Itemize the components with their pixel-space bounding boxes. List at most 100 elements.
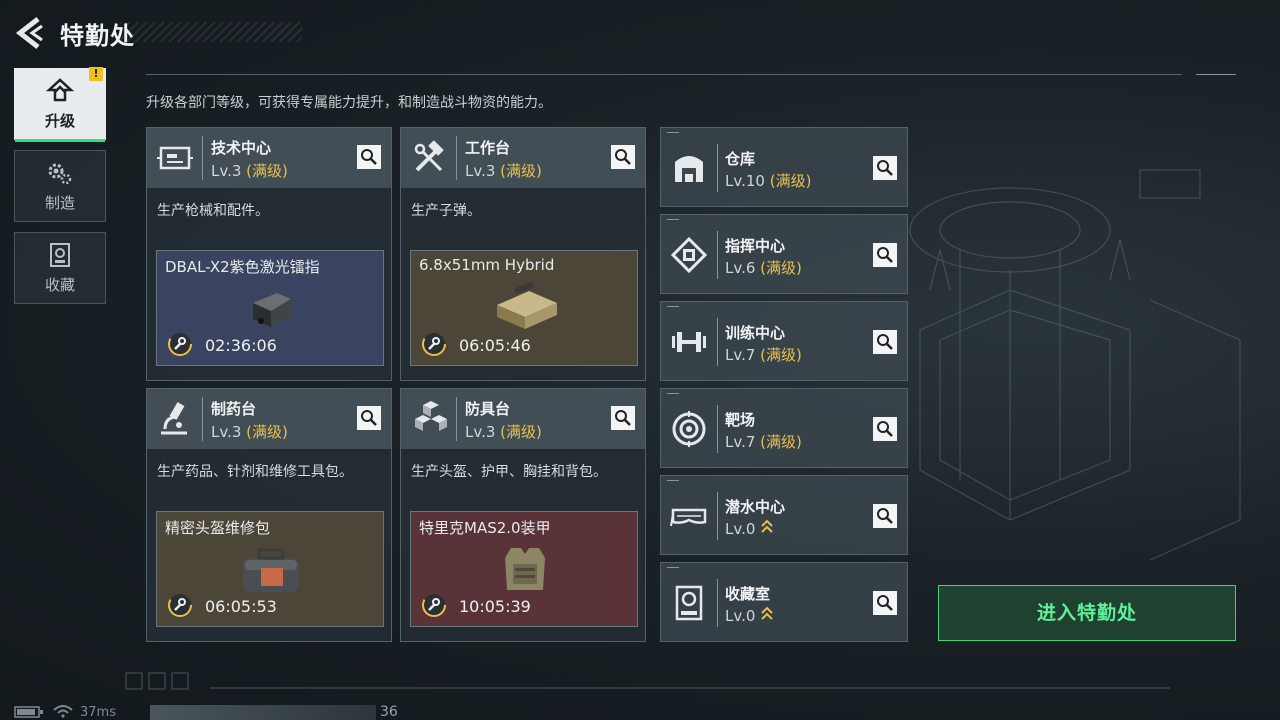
workshop-card-pharmacy[interactable]: 制药台 Lv.3 (满级) 生产药品、针剂和维修工具包。 精密头盔维修包 06:… (146, 388, 392, 642)
facility-level: Lv.7 (满级) (725, 344, 802, 365)
top-divider-end (1196, 74, 1236, 75)
microscope-icon (161, 402, 187, 435)
level-value: Lv.3 (211, 423, 242, 441)
max-level-tag: (满级) (246, 423, 288, 441)
nav-label-craft: 制造 (44, 193, 75, 212)
repair-kit-image (243, 548, 299, 592)
card-divider (717, 492, 718, 540)
status-number: 36 (380, 704, 398, 720)
upgrade-chevrons-icon (761, 519, 773, 533)
max-level-tag: (满级) (760, 259, 802, 277)
level-value: Lv.7 (725, 346, 756, 364)
facility-name: 训练中心 (725, 324, 786, 342)
level-value: Lv.10 (725, 172, 765, 190)
nav-label-upgrade: 升级 (44, 111, 75, 130)
corner-tick (667, 480, 679, 481)
facility-level: Lv.0 (725, 605, 774, 625)
status-bar (150, 705, 376, 720)
collection-room-icon (675, 585, 703, 621)
card-divider (456, 397, 457, 441)
title-hatch-decoration (120, 22, 302, 42)
level-value: Lv.3 (465, 162, 496, 180)
production-slot[interactable]: 特里克MAS2.0装甲 10:05:39 (410, 511, 638, 627)
production-slot[interactable]: 精密头盔维修包 06:05:53 (156, 511, 384, 627)
product-name: DBAL-X2紫色激光镭指 (165, 258, 320, 276)
gears-icon (48, 163, 72, 184)
search-icon[interactable] (873, 591, 897, 615)
wrench-timer-icon (168, 593, 192, 617)
left-nav: ! 升级 制造 收藏 (14, 67, 106, 314)
search-icon[interactable] (873, 156, 897, 180)
target-icon (672, 411, 706, 447)
facility-name: 靶场 (725, 411, 756, 429)
wrench-timer-icon (422, 593, 446, 617)
nav-item-craft[interactable]: 制造 (14, 150, 106, 222)
corner-tick (667, 306, 679, 307)
workshop-name: 制药台 (211, 400, 257, 418)
search-icon[interactable] (611, 406, 635, 430)
dive-mask-icon (670, 508, 707, 527)
workshop-level: Lv.3 (满级) (211, 160, 288, 181)
workshop-description: 生产头盔、护甲、胸挂和背包。 (411, 464, 607, 480)
corner-tick (667, 567, 679, 568)
production-slot[interactable]: 6.8x51mm Hybrid 06:05:46 (410, 250, 638, 366)
card-header: 技术中心 Lv.3 (满级) (147, 128, 391, 188)
workshop-card-tech-center[interactable]: 技术中心 Lv.3 (满级) 生产枪械和配件。 DBAL-X2紫色激光镭指 02… (146, 127, 392, 381)
facility-card-collection-room[interactable]: 收藏室 Lv.0 (660, 562, 908, 642)
back-arrow-icon[interactable] (14, 16, 44, 50)
corner-tick (667, 132, 679, 133)
hammer-wrench-icon (414, 140, 444, 172)
level-value: Lv.6 (725, 259, 756, 277)
card-divider (717, 318, 718, 366)
facility-card-shooting-range[interactable]: 靶场 Lv.7 (满级) (660, 388, 908, 468)
max-level-tag: (满级) (760, 346, 802, 364)
nav-item-collection[interactable]: 收藏 (14, 232, 106, 304)
facility-level: Lv.6 (满级) (725, 257, 802, 278)
page-subtitle: 升级各部门等级，可获得专属能力提升，和制造战斗物资的能力。 (146, 95, 552, 111)
facility-card-training-center[interactable]: 训练中心 Lv.7 (满级) (660, 301, 908, 381)
search-icon[interactable] (357, 145, 381, 169)
facility-card-dive-center[interactable]: 潜水中心 Lv.0 (660, 475, 908, 555)
card-divider (717, 405, 718, 453)
body-armor-image (505, 548, 545, 590)
search-icon[interactable] (873, 243, 897, 267)
upgrade-icon (45, 77, 75, 101)
facility-level: Lv.0 (725, 518, 774, 538)
page-title: 特勤处 (60, 22, 135, 50)
enter-special-ops-button[interactable]: 进入特勤处 (938, 585, 1236, 641)
workshop-card-workbench[interactable]: 工作台 Lv.3 (满级) 生产子弹。 6.8x51mm Hybrid 06:0… (400, 127, 646, 381)
facility-name: 仓库 (725, 150, 756, 168)
corner-tick (667, 219, 679, 220)
laser-sight-image (253, 293, 291, 327)
nav-label-collection: 收藏 (44, 275, 75, 294)
product-name: 6.8x51mm Hybrid (419, 256, 555, 274)
workshop-description: 生产药品、针剂和维修工具包。 (157, 464, 353, 480)
search-icon[interactable] (873, 417, 897, 441)
workshop-name: 工作台 (465, 139, 511, 157)
tech-center-icon (157, 146, 193, 170)
facility-card-command-center[interactable]: 指挥中心 Lv.6 (满级) (660, 214, 908, 294)
level-value: Lv.7 (725, 433, 756, 451)
search-icon[interactable] (873, 330, 897, 354)
level-value: Lv.0 (725, 607, 756, 625)
facility-name: 潜水中心 (725, 498, 786, 516)
wifi-icon (53, 705, 73, 718)
armor-blocks-icon (415, 401, 447, 431)
collection-icon (50, 242, 70, 267)
production-slot[interactable]: DBAL-X2紫色激光镭指 02:36:06 (156, 250, 384, 366)
production-timer: 06:05:53 (205, 597, 277, 616)
max-level-tag: (满级) (769, 172, 812, 190)
level-value: Lv.3 (211, 162, 242, 180)
card-divider (456, 136, 457, 180)
card-divider (717, 231, 718, 279)
workshop-description: 生产枪械和配件。 (157, 203, 269, 219)
search-icon[interactable] (357, 406, 381, 430)
search-icon[interactable] (611, 145, 635, 169)
max-level-tag: (满级) (500, 162, 542, 180)
ammo-box-image (497, 281, 557, 329)
facility-card-warehouse[interactable]: 仓库 Lv.10 (满级) (660, 127, 908, 207)
search-icon[interactable] (873, 504, 897, 528)
corner-tick (667, 393, 679, 394)
nav-item-upgrade[interactable]: ! 升级 (14, 67, 106, 142)
workshop-card-armor[interactable]: 防具台 Lv.3 (满级) 生产头盔、护甲、胸挂和背包。 特里克MAS2.0装甲… (400, 388, 646, 642)
